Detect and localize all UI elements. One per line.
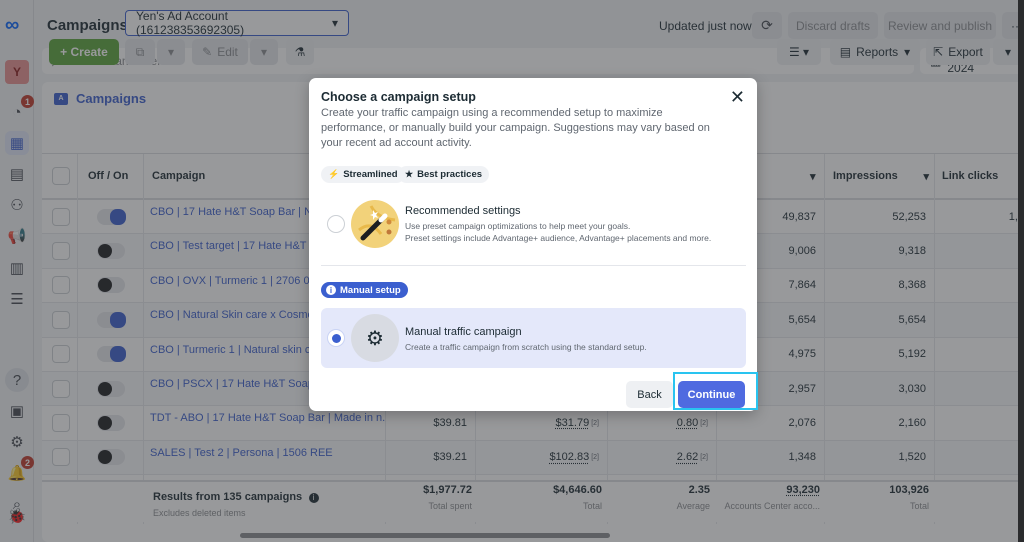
manual-desc: Create a traffic campaign from scratch u… — [405, 342, 647, 352]
divider — [321, 265, 746, 266]
star-icon: ★ — [405, 169, 414, 179]
manual-radio[interactable] — [327, 329, 345, 347]
lightning-icon: ⚡ — [328, 169, 340, 179]
recommended-desc-line2: Preset settings include Advantage+ audie… — [405, 233, 712, 243]
chip-best-practices: ★ Best practices — [398, 166, 490, 183]
dialog-description: Create your traffic campaign using a rec… — [321, 107, 710, 149]
ads-manager-app: ∞ Y ◔1▦▤⚇📢▥☰?▣⚙🔔2⌕🐞 Campaigns Yen's Ad A… — [0, 0, 1024, 542]
back-button[interactable]: Back — [626, 381, 673, 408]
window-edge — [1018, 0, 1024, 542]
recommended-title: Recommended settings — [405, 205, 521, 217]
chip-streamlined: ⚡ Streamlined — [321, 166, 405, 183]
campaign-setup-dialog: Choose a campaign setup ✕ Create your tr… — [309, 78, 758, 411]
dialog-title: Choose a campaign setup — [321, 90, 476, 104]
option-recommended-settings[interactable]: Recommended settings Use preset campaign… — [321, 194, 746, 254]
gear-icon: ⚙ — [351, 314, 399, 362]
continue-button[interactable]: Continue — [678, 381, 745, 408]
close-icon[interactable]: ✕ — [730, 88, 745, 106]
info-icon: i — [326, 285, 336, 295]
magic-wand-icon — [351, 200, 399, 248]
recommended-desc-line1: Use preset campaign optimizations to hel… — [405, 221, 631, 231]
recommended-radio[interactable] — [327, 215, 345, 233]
manual-title: Manual traffic campaign — [405, 326, 522, 338]
manual-setup-tag: i Manual setup — [321, 282, 408, 298]
option-manual-traffic-campaign[interactable]: ⚙ Manual traffic campaign Create a traff… — [321, 308, 746, 368]
